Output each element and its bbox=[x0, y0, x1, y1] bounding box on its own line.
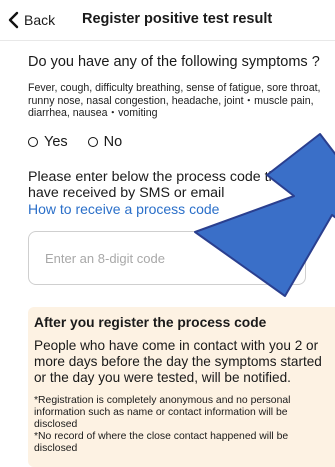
info-box: After you register the process code Peop… bbox=[28, 307, 335, 467]
how-to-receive-link[interactable]: How to receive a process code bbox=[28, 201, 331, 217]
info-note-location: *No record of where the close contact ha… bbox=[34, 431, 289, 454]
radio-no[interactable]: No bbox=[87, 133, 123, 150]
back-label: Back bbox=[24, 12, 56, 28]
back-button[interactable]: Back bbox=[6, 9, 55, 31]
main-content: Do you have any of the following symptom… bbox=[28, 54, 331, 217]
page-title: Register positive test result bbox=[82, 11, 273, 27]
info-note-anonymous: *Registration is completely anonymous an… bbox=[34, 395, 291, 430]
chevron-left-icon bbox=[8, 11, 19, 29]
info-body: People who have come in contact with you… bbox=[34, 338, 322, 385]
process-code-instruction: Please enter below the process code that… bbox=[28, 168, 316, 201]
symptoms-question: Do you have any of the following symptom… bbox=[28, 54, 320, 70]
radio-no-label: No bbox=[103, 133, 123, 150]
radio-circle-icon bbox=[28, 136, 38, 147]
info-title: After you register the process code bbox=[34, 315, 267, 330]
radio-circle-icon bbox=[87, 136, 98, 147]
info-notes: *Registration is completely anonymous an… bbox=[34, 395, 332, 455]
top-nav-bar: Back Register positive test result bbox=[0, 0, 335, 41]
symptoms-list: Fever, cough, difficulty breathing, sens… bbox=[28, 82, 321, 119]
process-code-input[interactable] bbox=[28, 231, 306, 285]
radio-yes-label: Yes bbox=[44, 133, 68, 150]
radio-yes[interactable]: Yes bbox=[28, 134, 68, 150]
symptom-radio-group: Yes No bbox=[28, 134, 331, 150]
